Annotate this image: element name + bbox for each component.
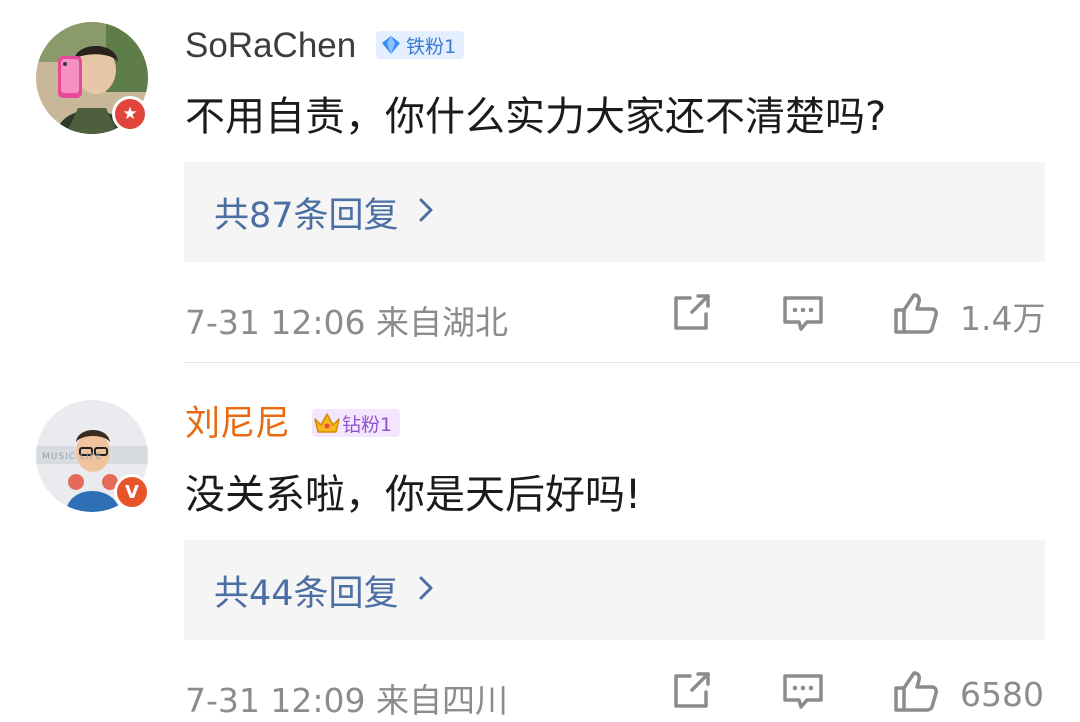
- share-icon: [668, 668, 714, 718]
- comment-text: 没关系啦，你是天后好吗!: [185, 472, 642, 518]
- crown-icon: [312, 409, 342, 437]
- divider: [184, 362, 1080, 363]
- timestamp: 7-31 12:06: [185, 303, 366, 342]
- fan-badge[interactable]: 铁粉1: [376, 31, 465, 59]
- star-icon: ★: [112, 96, 148, 132]
- username[interactable]: SoRaChen: [185, 24, 356, 68]
- comment-button[interactable]: [780, 668, 826, 718]
- location: 来自四川: [376, 681, 508, 720]
- like-count: 1.4万: [960, 299, 1046, 338]
- timestamp: 7-31 12:09: [185, 681, 366, 720]
- fan-badge-label: 钻粉1: [342, 413, 393, 436]
- username[interactable]: 刘尼尼: [185, 402, 290, 446]
- share-icon: [668, 290, 714, 340]
- replies-label: 共87条回复: [214, 195, 399, 236]
- fan-badge-label: 铁粉1: [406, 35, 457, 58]
- comment-button[interactable]: [780, 290, 826, 340]
- comment-item: ★ SoRaChen 铁粉1 不用自责，你什么实力大家还不清楚吗? 共87条回复…: [0, 0, 1080, 363]
- location: 来自湖北: [376, 303, 508, 342]
- like-count: 6580: [960, 674, 1044, 714]
- share-button[interactable]: [668, 290, 714, 340]
- diamond-icon: [376, 31, 406, 59]
- view-replies-button[interactable]: 共87条回复: [184, 162, 1045, 262]
- comment-meta: 7-31 12:06 来自湖北: [185, 296, 508, 344]
- replies-label: 共44条回复: [214, 573, 399, 614]
- avatar-caption: MUSIC LIFE: [42, 452, 103, 462]
- comment-item: MUSIC LIFE V 刘尼尼 钻粉1 没关系啦，你是天后好吗! 共44条回复…: [0, 378, 1080, 722]
- like-button[interactable]: 1.4万: [892, 290, 1045, 342]
- view-replies-button[interactable]: 共44条回复: [184, 540, 1045, 640]
- chevron-right-icon: [417, 573, 435, 607]
- comment-meta: 7-31 12:09 来自四川: [185, 674, 508, 722]
- thumbs-up-icon: [892, 290, 940, 342]
- share-button[interactable]: [668, 668, 714, 718]
- fan-badge[interactable]: 钻粉1: [312, 409, 401, 437]
- chevron-right-icon: [417, 195, 435, 229]
- comment-text: 不用自责，你什么实力大家还不清楚吗?: [185, 94, 887, 140]
- thumbs-up-icon: [892, 668, 940, 720]
- verified-v-icon: V: [114, 474, 150, 510]
- comment-icon: [780, 668, 826, 718]
- like-button[interactable]: 6580: [892, 668, 1044, 720]
- comment-icon: [780, 290, 826, 340]
